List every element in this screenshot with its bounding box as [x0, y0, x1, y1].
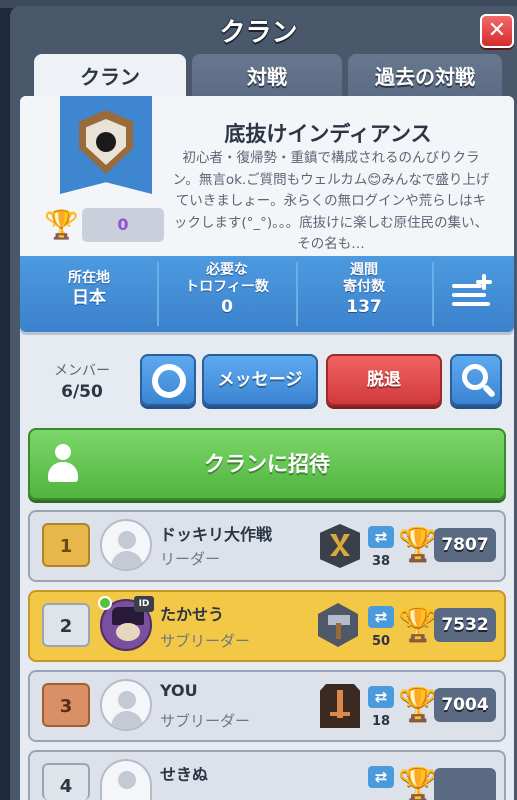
stat-location-value: 日本	[72, 288, 106, 308]
avatar-head	[118, 691, 136, 709]
trophy-icon: 🏆	[44, 208, 79, 241]
member-trophies: 7807	[434, 528, 496, 562]
avatar-body	[111, 711, 143, 729]
crossed-swords-icon	[330, 534, 350, 556]
person-head	[55, 444, 71, 460]
members-label: メンバー	[54, 363, 110, 379]
donation-icon: ⇄	[368, 526, 394, 548]
member-name: YOU	[160, 681, 198, 700]
gear-icon	[152, 364, 186, 398]
clan-description: 初心者・復帰勢・重鎮で構成されるのんびりクラン。無言ok.ご質問もウェルカム😊み…	[172, 150, 490, 252]
member-donations: 38	[371, 554, 391, 569]
member-trophies: 7532	[434, 608, 496, 642]
donation-icon: ⇄	[368, 606, 394, 628]
clan-name: 底抜けインディアンス	[224, 122, 432, 146]
member-donations: 18	[371, 714, 391, 729]
sword-badge-icon	[320, 684, 360, 728]
menu-line	[452, 302, 490, 306]
champion-badge-icon	[320, 524, 360, 568]
hammer-handle	[336, 623, 341, 639]
clan-menu-icon[interactable]	[446, 270, 500, 314]
leave-button[interactable]: 脱退	[326, 354, 442, 406]
member-donations: 50	[371, 634, 391, 649]
member-role: リーダー	[160, 550, 221, 568]
member-rank: 2	[42, 603, 90, 647]
clan-trophy-value: 0	[82, 208, 164, 242]
stat-donations-value: 137	[346, 297, 382, 317]
stat-donations-label-1: 週間	[350, 262, 378, 278]
stat-divider	[432, 262, 434, 326]
bomb-icon	[96, 132, 116, 152]
stat-location-label: 所在地	[68, 270, 110, 286]
message-button[interactable]: メッセージ	[202, 354, 318, 406]
members-count: 6/50	[61, 382, 103, 402]
member-trophies	[434, 768, 496, 800]
member-rank: 1	[42, 523, 90, 567]
donation-icon: ⇄	[368, 766, 394, 788]
trophy-icon: 🏆	[398, 765, 434, 800]
stat-required-label-2: トロフィー数	[185, 279, 269, 295]
stat-required-trophies: 必要な トロフィー数 0	[160, 262, 294, 326]
stat-required-value: 0	[221, 297, 233, 317]
panel-title: クラン	[219, 18, 298, 48]
person-icon	[46, 444, 80, 482]
stat-location: 所在地 日本	[24, 262, 154, 326]
member-rank: 3	[42, 683, 90, 727]
close-button[interactable]: ✕	[480, 14, 514, 48]
plus-icon-v	[482, 274, 486, 290]
member-role: サブリーダー	[160, 712, 251, 730]
avatar-head	[118, 771, 136, 789]
avatar-face	[116, 623, 140, 641]
person-body	[48, 462, 78, 482]
avatar-head	[118, 531, 136, 549]
avatar	[100, 519, 152, 571]
member-rank: 4	[42, 763, 90, 800]
donation-icon: ⇄	[368, 686, 394, 708]
id-badge: ID	[134, 596, 154, 612]
trophy-icon: 🏆	[398, 605, 438, 643]
member-name: たかせう	[160, 605, 225, 624]
stat-weekly-donations: 週間 寄付数 137	[298, 262, 430, 326]
menu-line	[452, 284, 482, 288]
menu-line	[452, 293, 486, 297]
member-name: ドッキリ大作戦	[160, 525, 273, 544]
trophy-icon: 🏆	[398, 685, 438, 723]
member-name: せきぬ	[160, 765, 209, 784]
member-role: サブリーダー	[160, 632, 251, 650]
member-trophies: 7004	[434, 688, 496, 722]
online-indicator	[98, 596, 112, 610]
sword-guard	[330, 712, 350, 716]
stat-donations-label-2: 寄付数	[343, 279, 385, 295]
stat-required-label-1: 必要な	[206, 262, 248, 278]
trophy-icon: 🏆	[398, 525, 438, 563]
avatar-body	[111, 551, 143, 569]
stat-divider	[157, 262, 159, 326]
avatar	[100, 679, 152, 731]
invite-button[interactable]: クランに招待	[28, 428, 506, 500]
